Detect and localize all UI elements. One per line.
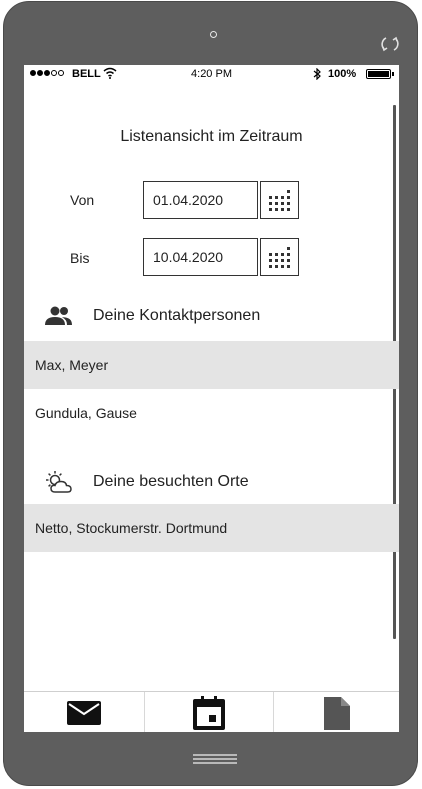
place-row[interactable]: Netto, Stockumerstr. Dortmund bbox=[24, 504, 399, 552]
camera-icon bbox=[210, 31, 217, 38]
rotate-icon[interactable] bbox=[380, 35, 400, 53]
people-icon bbox=[45, 306, 72, 325]
calendar-grid-icon bbox=[269, 246, 290, 268]
status-bar: BELL 4:20 PM 100% bbox=[24, 65, 399, 85]
tab-document[interactable] bbox=[273, 692, 399, 732]
bottom-tab-bar bbox=[24, 691, 399, 732]
to-label: Bis bbox=[70, 250, 90, 266]
battery-percent: 100% bbox=[328, 68, 357, 80]
contact-row[interactable]: Gundula, Gause bbox=[24, 389, 399, 437]
document-icon bbox=[323, 696, 350, 730]
contact-row[interactable]: Max, Meyer bbox=[24, 341, 399, 389]
places-section-header: Deine besuchten Orte bbox=[24, 464, 399, 500]
calendar-grid-icon bbox=[269, 189, 290, 211]
page-title: Listenansicht im Zeitraum bbox=[120, 128, 303, 145]
from-label: Von bbox=[70, 192, 95, 208]
contacts-section-title: Deine Kontaktpersonen bbox=[93, 307, 261, 324]
tab-mail[interactable] bbox=[24, 692, 144, 732]
contact-name: Gundula, Gause bbox=[35, 405, 137, 421]
from-date-picker-button[interactable] bbox=[260, 181, 299, 219]
to-date-field[interactable] bbox=[143, 238, 258, 276]
contacts-section-header: Deine Kontaktpersonen bbox=[24, 298, 399, 334]
tab-calendar[interactable] bbox=[144, 692, 273, 732]
bluetooth-icon bbox=[313, 68, 321, 80]
battery-icon bbox=[366, 69, 394, 79]
screen: BELL 4:20 PM 100% Listenansicht im Zeitr… bbox=[24, 65, 399, 732]
calendar-icon bbox=[193, 695, 225, 730]
from-date-field[interactable] bbox=[143, 181, 258, 219]
to-date-picker-button[interactable] bbox=[260, 238, 299, 276]
home-button[interactable] bbox=[193, 753, 237, 765]
places-section-title: Deine besuchten Orte bbox=[93, 473, 249, 490]
mail-icon bbox=[67, 700, 101, 725]
place-name: Netto, Stockumerstr. Dortmund bbox=[35, 520, 228, 536]
weather-partly-cloudy-icon bbox=[46, 471, 72, 493]
contact-name: Max, Meyer bbox=[35, 357, 109, 373]
